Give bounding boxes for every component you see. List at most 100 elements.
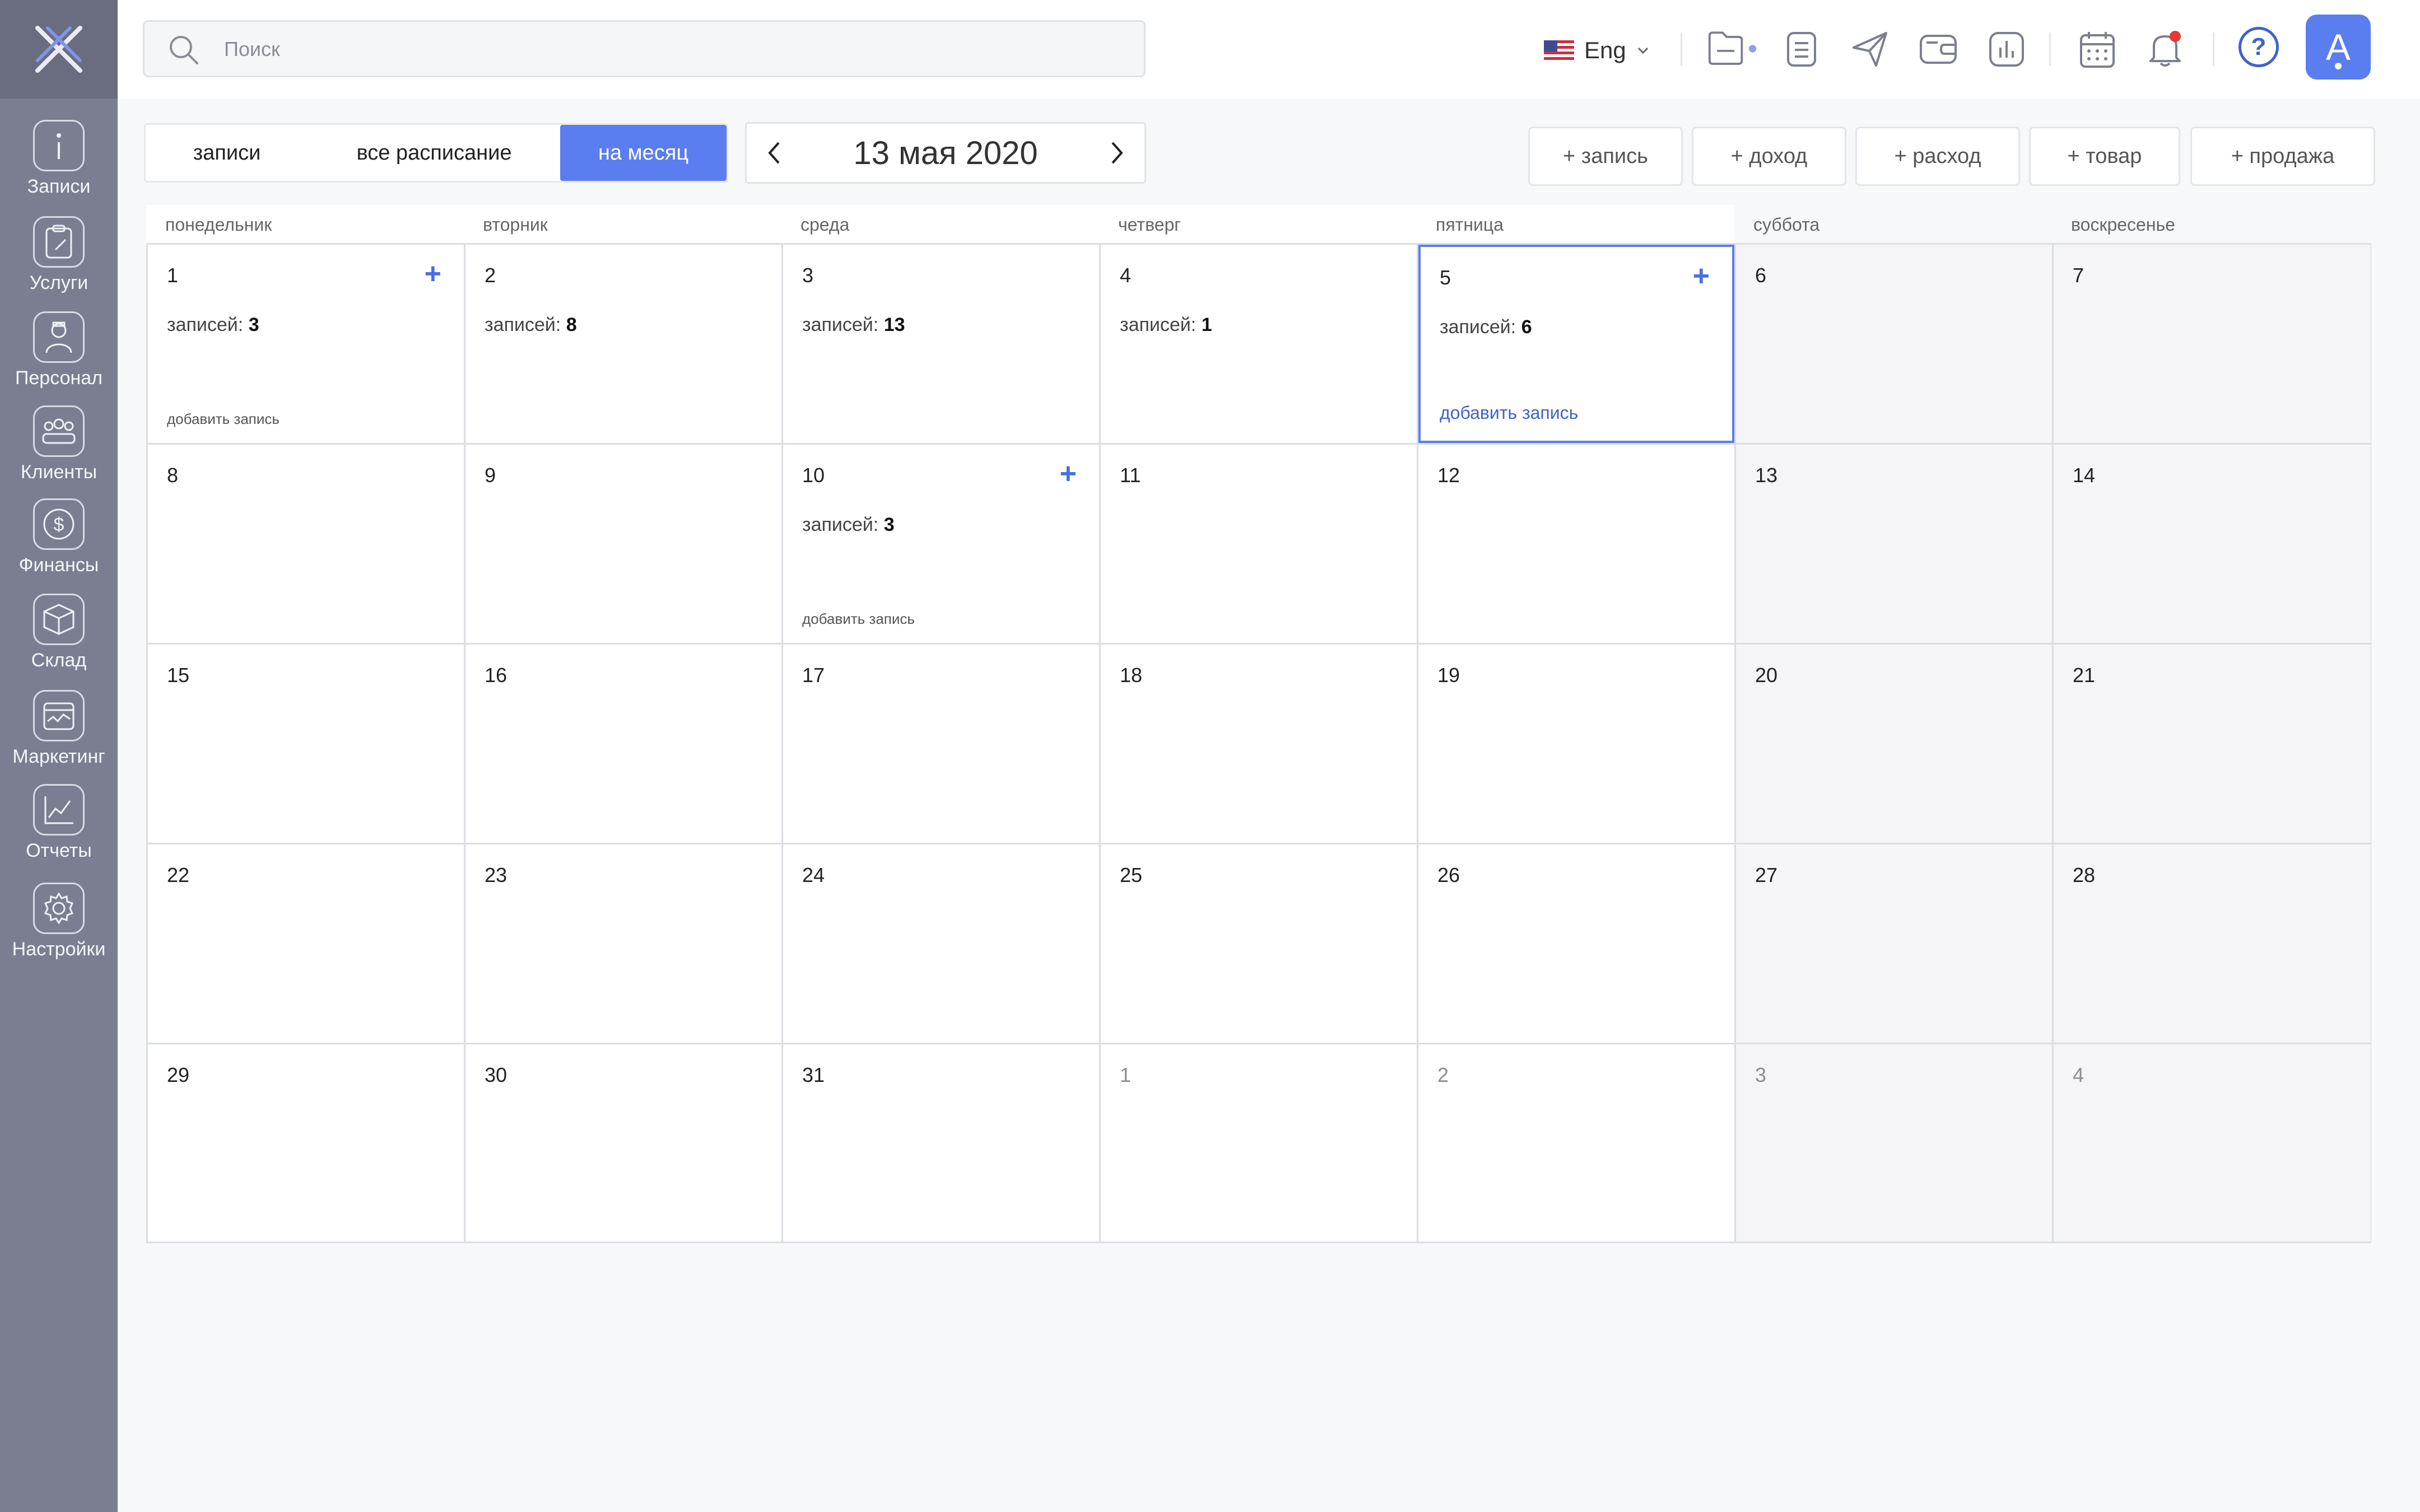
add-record-plus-icon[interactable]: + bbox=[1693, 262, 1710, 291]
sidebar-item-settings[interactable]: Настройки bbox=[0, 883, 118, 960]
language-selector[interactable]: Eng bbox=[1544, 28, 1650, 73]
sidebar-item-label: Записи bbox=[27, 176, 91, 197]
calendar-day-cell[interactable]: 1 bbox=[1101, 1044, 1417, 1242]
records-count-label: записей: bbox=[1440, 316, 1516, 338]
calendar-day-cell[interactable]: 21 bbox=[2054, 645, 2371, 843]
wallet-icon[interactable] bbox=[1911, 22, 1965, 76]
tab-month[interactable]: на месяц bbox=[560, 125, 727, 181]
chevron-right-icon bbox=[1111, 142, 1123, 164]
add-record-link[interactable]: добавить запись bbox=[1440, 403, 1578, 423]
calendar-day-cell[interactable]: 1 + записей: 3 добавить запись bbox=[148, 245, 464, 443]
sidebar-item-services[interactable]: Услуги bbox=[0, 216, 118, 294]
app-logo[interactable] bbox=[0, 0, 118, 99]
logo-icon bbox=[35, 26, 82, 73]
tab-all-schedule[interactable]: все расписание bbox=[308, 125, 560, 181]
calendar-day-cell[interactable]: 18 bbox=[1101, 645, 1417, 843]
calendar-day-cell[interactable]: 9 bbox=[466, 445, 781, 643]
day-number: 15 bbox=[167, 664, 190, 687]
prev-month-button[interactable] bbox=[747, 124, 803, 182]
calendar-day-cell[interactable]: 23 bbox=[466, 844, 781, 1043]
send-icon[interactable] bbox=[1843, 22, 1897, 76]
calendar-day-cell[interactable]: 2 bbox=[1418, 1044, 1734, 1242]
day-number: 2 bbox=[1437, 1063, 1449, 1086]
calendar-day-cell[interactable]: 12 bbox=[1418, 445, 1734, 643]
sidebar-item-records[interactable]: Записи bbox=[0, 120, 118, 198]
add-record-plus-icon[interactable]: + bbox=[1060, 459, 1077, 488]
add-record-link[interactable]: добавить запись bbox=[802, 610, 915, 628]
calendar-day-cell[interactable]: 3 записей: 13 bbox=[783, 245, 1099, 443]
folder-icon[interactable] bbox=[1706, 22, 1760, 76]
calendar-day-cell[interactable]: 28 bbox=[2054, 844, 2371, 1043]
add-expense-button[interactable]: + расход bbox=[1855, 127, 2020, 186]
help-button[interactable]: ? bbox=[2238, 27, 2279, 67]
add-record-plus-icon[interactable]: + bbox=[425, 259, 441, 288]
calendar-day-cell[interactable]: 5 + записей: 6 добавить запись bbox=[1418, 245, 1734, 443]
sidebar-item-label: Финансы bbox=[18, 554, 99, 576]
calendar-day-cell[interactable]: 4 записей: 1 bbox=[1101, 245, 1417, 443]
sidebar-item-warehouse[interactable]: Склад bbox=[0, 594, 118, 671]
add-record-link[interactable]: добавить запись bbox=[167, 410, 280, 428]
search-input[interactable] bbox=[223, 22, 1065, 77]
info-icon bbox=[33, 120, 85, 171]
calendar-icon[interactable] bbox=[2070, 22, 2124, 76]
calendar-day-cell[interactable]: 6 bbox=[1736, 245, 2052, 443]
calendar-day-cell[interactable]: 29 bbox=[148, 1044, 464, 1242]
staff-icon bbox=[33, 311, 85, 363]
toolbar-divider bbox=[1681, 32, 1682, 66]
day-number: 16 bbox=[485, 664, 508, 687]
calendar-day-cell[interactable]: 4 bbox=[2054, 1044, 2371, 1242]
sidebar-item-finance[interactable]: $ Финансы bbox=[0, 498, 118, 576]
records-count-value: 13 bbox=[883, 314, 905, 335]
weekday-header: пятница bbox=[1417, 205, 1734, 244]
calendar-day-cell[interactable]: 19 bbox=[1418, 645, 1734, 843]
add-record-button[interactable]: + запись bbox=[1528, 127, 1683, 186]
sidebar-item-staff[interactable]: Персонал bbox=[0, 311, 118, 389]
sidebar-item-clients[interactable]: Клиенты bbox=[0, 405, 118, 483]
tab-records[interactable]: записи bbox=[146, 125, 308, 181]
weekday-header: среда bbox=[781, 205, 1099, 244]
day-number: 10 bbox=[802, 464, 825, 487]
calendar-day-cell[interactable]: 22 bbox=[148, 844, 464, 1043]
calendar-day-cell[interactable]: 10 + записей: 3 добавить запись bbox=[783, 445, 1099, 643]
calendar-day-cell[interactable]: 27 bbox=[1736, 844, 2052, 1043]
document-icon[interactable] bbox=[1775, 22, 1828, 76]
calendar-day-cell[interactable]: 13 bbox=[1736, 445, 2052, 643]
add-sale-button[interactable]: + продажа bbox=[2190, 127, 2375, 186]
sidebar-item-label: Услуги bbox=[29, 272, 89, 293]
sidebar-item-label: Настройки bbox=[12, 939, 106, 960]
calendar-day-cell[interactable]: 2 записей: 8 bbox=[466, 245, 781, 443]
calendar-day-cell[interactable]: 24 bbox=[783, 844, 1099, 1043]
calendar-day-cell[interactable]: 3 bbox=[1736, 1044, 2052, 1242]
day-number: 29 bbox=[167, 1063, 190, 1086]
calendar-day-cell[interactable]: 8 bbox=[148, 445, 464, 643]
day-number: 20 bbox=[1755, 664, 1778, 687]
svg-text:$: $ bbox=[54, 514, 64, 535]
records-count-label: записей: bbox=[485, 314, 561, 335]
add-income-button[interactable]: + доход bbox=[1692, 127, 1846, 186]
calendar-day-cell[interactable]: 14 bbox=[2054, 445, 2371, 643]
weekday-header: воскресенье bbox=[2071, 214, 2175, 235]
calendar-day-cell[interactable]: 11 bbox=[1101, 445, 1417, 643]
sidebar-item-reports[interactable]: Отчеты bbox=[0, 784, 118, 862]
calendar-day-cell[interactable]: 20 bbox=[1736, 645, 2052, 843]
day-number: 23 bbox=[485, 864, 508, 886]
calendar-day-cell[interactable]: 25 bbox=[1101, 844, 1417, 1043]
calendar-day-cell[interactable]: 7 bbox=[2054, 245, 2371, 443]
calendar-day-cell[interactable]: 31 bbox=[783, 1044, 1099, 1242]
calendar-day-cell[interactable]: 30 bbox=[466, 1044, 781, 1242]
avatar[interactable]: A bbox=[2306, 15, 2371, 80]
records-count: записей: 1 bbox=[1120, 314, 1212, 336]
add-product-button[interactable]: + товар bbox=[2029, 127, 2180, 186]
calendar-day-cell[interactable]: 26 bbox=[1418, 844, 1734, 1043]
sidebar-item-marketing[interactable]: Маркетинг bbox=[0, 690, 118, 768]
sidebar-item-label: Клиенты bbox=[20, 461, 97, 483]
calendar-day-cell[interactable]: 17 bbox=[783, 645, 1099, 843]
clipboard-icon bbox=[33, 216, 85, 268]
search-box[interactable] bbox=[143, 20, 1146, 77]
day-number: 12 bbox=[1437, 464, 1460, 487]
calendar-day-cell[interactable]: 15 bbox=[148, 645, 464, 843]
calendar-day-cell[interactable]: 16 bbox=[466, 645, 781, 843]
bar-chart-icon[interactable] bbox=[1980, 22, 2033, 76]
notification-bell-icon[interactable] bbox=[2139, 22, 2193, 76]
next-month-button[interactable] bbox=[1088, 124, 1144, 182]
